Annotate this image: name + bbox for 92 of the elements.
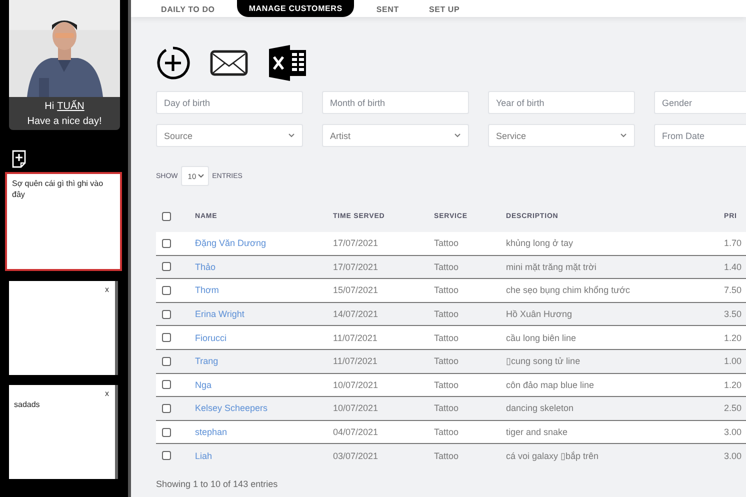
table-cell: 11/07/2021	[333, 332, 378, 343]
chevron-icon	[620, 133, 627, 138]
table-cell: Tattoo	[434, 262, 459, 272]
table-cell: 1.70	[724, 238, 742, 248]
checkbox[interactable]	[162, 238, 171, 248]
close-button[interactable]: x	[105, 285, 109, 294]
checkbox[interactable]	[162, 404, 171, 413]
filter-field[interactable]: Gender	[654, 91, 746, 114]
checkbox[interactable]	[162, 333, 171, 342]
nav-tab[interactable]: DAILY TO DO	[153, 5, 223, 17]
add-circle-icon[interactable]	[156, 46, 190, 80]
table-cell: 1.00	[724, 356, 742, 366]
note-text: sadads	[14, 399, 41, 410]
table-cell: 03/07/2021	[333, 450, 378, 461]
table-cell: 17/07/2021	[333, 262, 378, 272]
table-cell: tiger and snake	[506, 427, 568, 438]
chevron-icon	[288, 133, 295, 138]
filter-field[interactable]: Month of birth	[322, 91, 469, 114]
table-cell: 7.50	[724, 285, 742, 296]
table-cell: Tattoo	[434, 356, 459, 366]
table-cell: 10/07/2021	[333, 403, 378, 414]
table-cell: cá voi galaxy ▯bắp trên	[506, 450, 599, 461]
note-text: Sợ quên cái gì thì ghi vào đây	[12, 178, 104, 200]
table-cell: Tattoo	[434, 403, 459, 414]
table-cell: 2.50	[724, 403, 742, 414]
table-cell: 15/07/2021	[333, 285, 378, 296]
customer-link[interactable]: Nga	[195, 380, 212, 390]
checkbox[interactable]	[162, 286, 171, 295]
checkbox[interactable]	[162, 310, 171, 319]
table-cell: Tattoo	[434, 332, 459, 343]
table-cell: che sẹo bụng chim khổng tước	[506, 285, 630, 296]
table-cell: Hồ Xuân Hương	[506, 309, 572, 320]
chevron-icon	[454, 133, 461, 138]
filter-field[interactable]: Year of birth	[488, 91, 635, 114]
table-cell: Tattoo	[434, 309, 459, 320]
table-cell: khủng long ở tay	[506, 238, 573, 248]
filter-dropdown[interactable]: Source	[156, 124, 303, 147]
customer-link[interactable]: Trang	[195, 356, 218, 366]
checkbox[interactable]	[162, 380, 171, 390]
table-cell: 11/07/2021	[333, 356, 378, 366]
filter-dropdown[interactable]: Service	[488, 124, 635, 147]
customer-link[interactable]: Thơm	[195, 285, 219, 296]
table-cell: 17/07/2021	[333, 238, 378, 248]
checkbox[interactable]	[162, 262, 171, 272]
filter-field[interactable]: From Date	[654, 124, 746, 147]
checkbox[interactable]	[162, 428, 171, 437]
table-cell: 10/07/2021	[333, 380, 378, 390]
table-cell: mini mặt trăng mặt trời	[506, 262, 596, 272]
nav-tab[interactable]: MANAGE CUSTOMERS	[236, 0, 354, 17]
table-cell: 3.50	[724, 309, 742, 320]
spreadsheet-icon[interactable]	[268, 45, 308, 81]
table-cell: 3.00	[724, 450, 742, 461]
checkbox[interactable]	[162, 356, 171, 366]
chevron-icon	[198, 174, 204, 178]
greeting-text: Hi	[44, 101, 54, 112]
customer-link[interactable]: Đặng Văn Dương	[195, 238, 266, 248]
customer-link[interactable]: Kelsey Scheepers	[195, 403, 268, 414]
note-card[interactable]: x sadads	[9, 385, 118, 479]
table-cell: dancing skeleton	[506, 403, 574, 414]
close-button[interactable]: x	[105, 389, 109, 398]
user-link[interactable]: TUẤN	[57, 101, 84, 112]
table-cell: 1.20	[724, 332, 742, 343]
note-card[interactable]: Sợ quên cái gì thì ghi vào đây	[5, 172, 122, 271]
checkbox[interactable]	[162, 212, 171, 220]
table-cell: cầu long biên line	[506, 332, 576, 343]
note-card[interactable]: x	[9, 281, 118, 375]
table-cell: Tattoo	[434, 450, 459, 461]
table-cell: Tattoo	[434, 427, 459, 438]
table-cell: 1.40	[724, 262, 742, 272]
nav-tab[interactable]: SENT	[368, 5, 407, 17]
welcome-message: Have a nice day!	[27, 116, 102, 127]
customer-link[interactable]: stephan	[195, 427, 228, 438]
customer-link[interactable]: Thảo	[195, 262, 216, 272]
filter-field[interactable]: Day of birth	[156, 91, 303, 114]
table-cell: 04/07/2021	[333, 427, 378, 438]
table-cell: Tattoo	[434, 380, 459, 390]
customer-link[interactable]: Fiorucci	[195, 332, 227, 343]
table-cell: 3.00	[724, 427, 742, 438]
table-cell: côn đảo map blue line	[506, 380, 594, 390]
pagination-info: Showing 1 to 10 of 143 entries	[156, 478, 279, 489]
mail-icon[interactable]	[210, 50, 248, 76]
customer-link[interactable]: Liah	[195, 450, 212, 461]
table-cell: ▯cung song tử line	[506, 356, 580, 366]
add-note-icon[interactable]	[12, 150, 26, 168]
customer-link[interactable]: Erina Wright	[195, 309, 244, 320]
table-cell: Tattoo	[434, 285, 459, 296]
table-cell: 1.20	[724, 380, 742, 390]
table-cell: Tattoo	[434, 238, 459, 248]
checkbox[interactable]	[162, 451, 171, 460]
filter-dropdown[interactable]: Artist	[322, 124, 469, 147]
table-cell: 14/07/2021	[333, 309, 378, 320]
nav-tab[interactable]: SET UP	[420, 5, 468, 17]
